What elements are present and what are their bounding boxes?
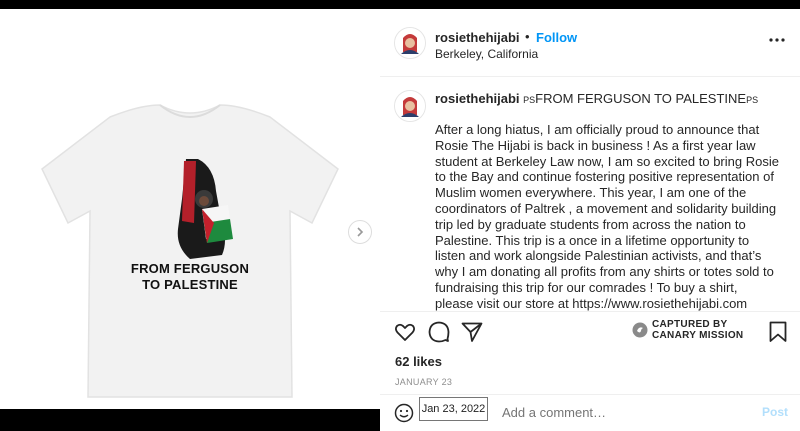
caption-username[interactable]: rosiethehijabi bbox=[435, 91, 520, 106]
caption-title-suffix: PS bbox=[746, 95, 759, 105]
comment-icon[interactable] bbox=[427, 320, 451, 344]
avatar-image bbox=[395, 91, 425, 121]
date-tooltip: Jan 23, 2022 bbox=[419, 397, 488, 421]
caption-block: rosiethehijabi PSFROM FERGUSON TO PALEST… bbox=[380, 78, 800, 311]
bookmark-icon[interactable] bbox=[766, 320, 790, 344]
chevron-right-icon bbox=[357, 227, 364, 237]
instagram-post-modal: FROM FERGUSON TO PALESTINE rosiethehijab… bbox=[0, 0, 800, 431]
caption-title: FROM FERGUSON TO PALESTINE bbox=[535, 91, 747, 106]
tshirt-image bbox=[41, 104, 339, 398]
heart-icon[interactable] bbox=[393, 320, 417, 344]
paper-plane-icon[interactable] bbox=[460, 320, 484, 344]
likes-count[interactable]: 62 likes bbox=[395, 354, 442, 369]
action-bar: CAPTURED BY CANARY MISSION bbox=[380, 311, 800, 351]
caption-header: rosiethehijabi PSFROM FERGUSON TO PALEST… bbox=[435, 91, 758, 106]
canary-mission-watermark: CAPTURED BY CANARY MISSION bbox=[632, 320, 752, 342]
shirt-text-line1: FROM FERGUSON bbox=[130, 261, 250, 276]
next-image-button[interactable] bbox=[348, 220, 372, 244]
watermark-line2: CANARY MISSION bbox=[652, 330, 744, 341]
canary-logo-icon bbox=[632, 322, 648, 338]
header-username[interactable]: rosiethehijabi bbox=[435, 30, 520, 45]
top-strip bbox=[0, 0, 800, 9]
watermark-line1: CAPTURED BY bbox=[652, 319, 728, 330]
caption-avatar[interactable] bbox=[394, 90, 426, 122]
follow-button[interactable]: Follow bbox=[536, 30, 577, 45]
comment-input[interactable] bbox=[502, 405, 742, 420]
post-side-panel: rosiethehijabi • Follow Berkeley, Califo… bbox=[380, 9, 800, 431]
separator-dot: • bbox=[525, 29, 530, 44]
post-date: JANUARY 23 bbox=[395, 377, 453, 387]
post-media: FROM FERGUSON TO PALESTINE bbox=[0, 9, 380, 409]
smiley-icon[interactable] bbox=[394, 403, 414, 423]
post-header: rosiethehijabi • Follow Berkeley, Califo… bbox=[380, 9, 800, 77]
avatar-image bbox=[395, 28, 425, 58]
caption-title-prefix: PS bbox=[523, 95, 536, 105]
post-comment-button[interactable]: Post bbox=[762, 405, 788, 419]
shirt-text-line2: TO PALESTINE bbox=[142, 277, 238, 292]
location-link[interactable]: Berkeley, California bbox=[435, 47, 538, 61]
caption-text: After a long hiatus, I am officially pro… bbox=[435, 122, 779, 311]
avatar[interactable] bbox=[394, 27, 426, 59]
ellipsis-icon[interactable] bbox=[767, 35, 787, 45]
